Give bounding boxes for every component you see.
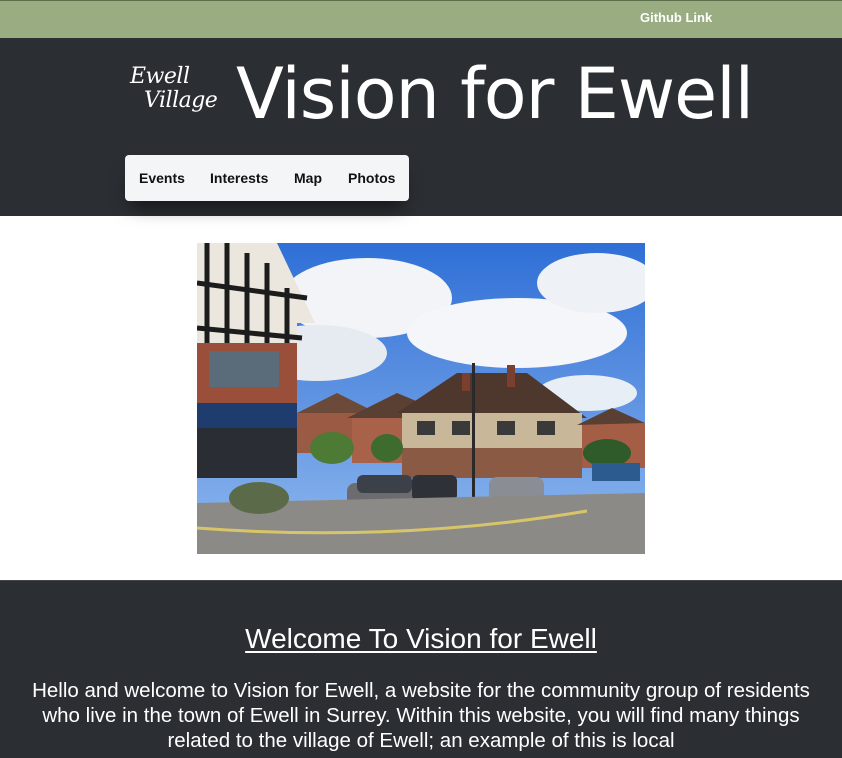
welcome-heading: Welcome To Vision for Ewell xyxy=(245,623,597,654)
site-header: Ewell Village Vision for Ewell Events In… xyxy=(0,38,842,216)
logo-line-2: Village xyxy=(144,88,218,113)
top-bar: Github Link xyxy=(0,0,842,38)
ewell-village-logo[interactable]: Ewell Village xyxy=(124,64,220,128)
site-title: Vision for Ewell xyxy=(236,53,754,135)
welcome-body: Hello and welcome to Vision for Ewell, a… xyxy=(32,679,810,752)
ewell-village-photo xyxy=(197,243,645,554)
nav-item-photos[interactable]: Photos xyxy=(348,170,395,186)
nav-item-map[interactable]: Map xyxy=(294,170,322,186)
welcome-section: Welcome To Vision for Ewell Hello and we… xyxy=(0,580,842,758)
nav-item-interests[interactable]: Interests xyxy=(210,170,268,186)
nav-item-events[interactable]: Events xyxy=(139,170,185,186)
logo-line-1: Ewell xyxy=(130,64,190,89)
github-link[interactable]: Github Link xyxy=(640,10,712,25)
main-nav: Events Interests Map Photos xyxy=(125,155,409,201)
